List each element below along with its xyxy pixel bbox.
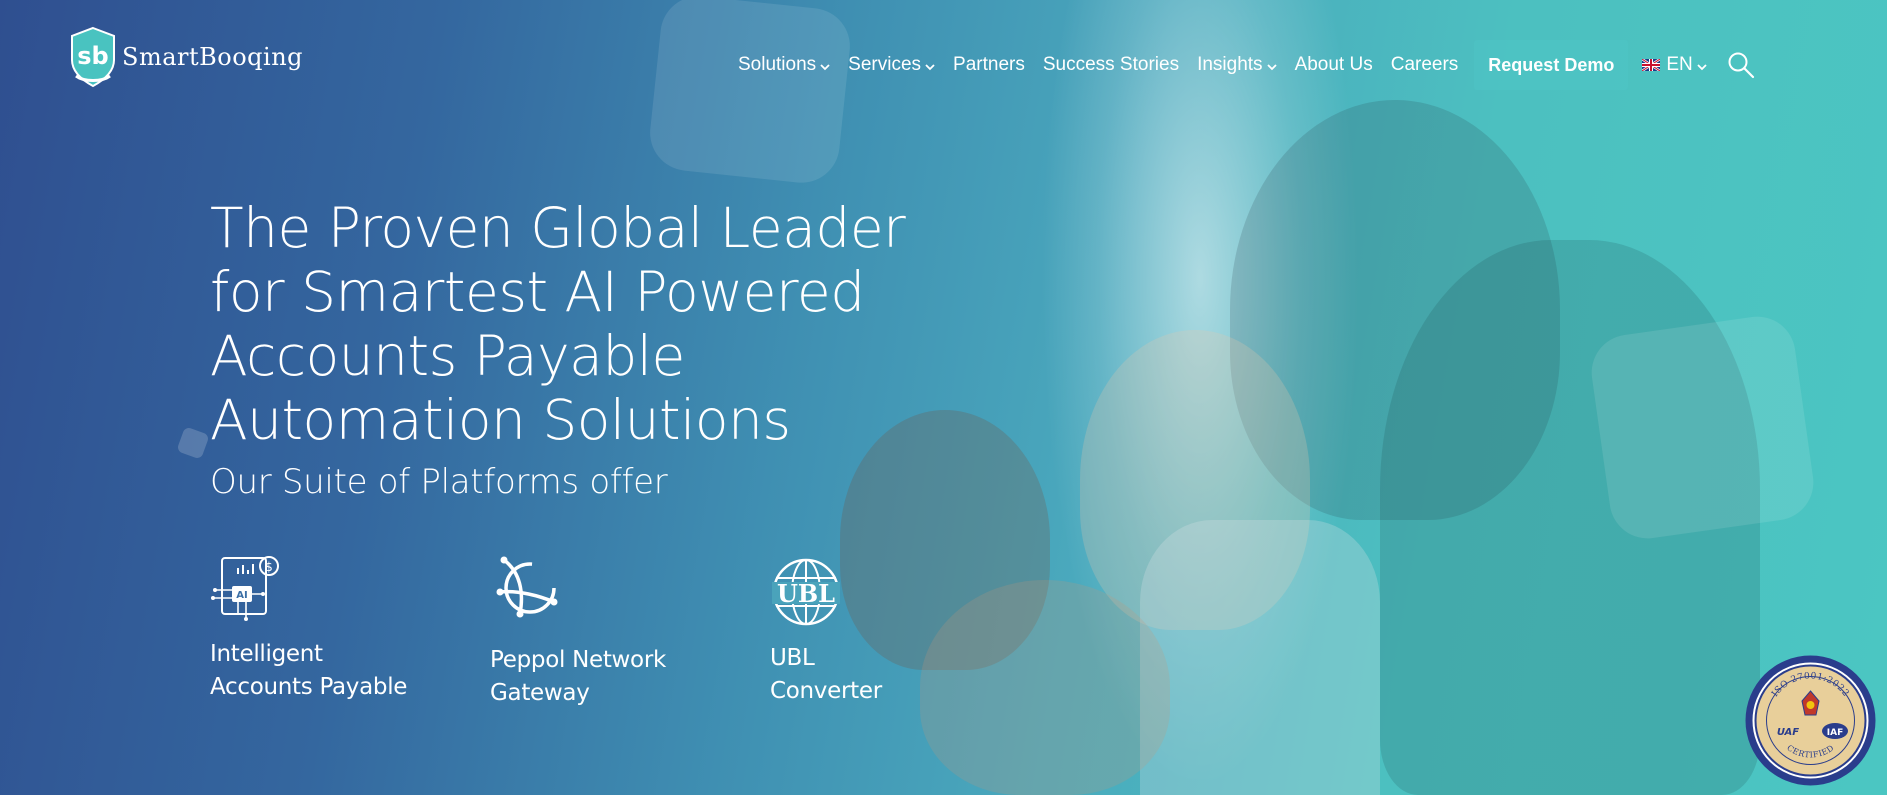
- logo-shield-icon: sb: [71, 26, 115, 88]
- nav-label: Partners: [953, 54, 1025, 75]
- nav-label: Careers: [1390, 54, 1459, 75]
- brand-name: SmartBooqing: [122, 43, 304, 71]
- decorative-square: [1586, 311, 1819, 544]
- nav-label: Success Stories: [1042, 54, 1180, 75]
- svg-text:$: $: [265, 560, 273, 574]
- chevron-down-icon: [820, 63, 830, 70]
- photo-person: [920, 580, 1170, 795]
- platform-ubl-converter[interactable]: UBL UBL Converter: [770, 556, 882, 708]
- language-selector[interactable]: EN: [1642, 54, 1707, 76]
- platform-intelligent-ap[interactable]: $ AI Intelligent Accounts Payable: [210, 552, 407, 704]
- svg-text:IAF: IAF: [1827, 728, 1843, 738]
- chevron-down-icon: [1697, 63, 1707, 70]
- nav-label: Solutions: [738, 54, 817, 75]
- nav-item-careers[interactable]: Careers: [1391, 54, 1459, 76]
- uk-flag-icon: [1642, 59, 1661, 71]
- chevron-down-icon: [925, 63, 935, 70]
- nav-label: About Us: [1294, 54, 1373, 75]
- language-code: EN: [1666, 54, 1693, 75]
- platform-peppol-gateway[interactable]: Peppol Network Gateway: [490, 552, 666, 710]
- iso-certification-seal[interactable]: ISO 27001:2022 CERTIFIED UAF IAF: [1743, 653, 1878, 788]
- hero-section: sb SmartBooqing Solutions Services Partn…: [0, 0, 1887, 795]
- nav-item-success-stories[interactable]: Success Stories: [1043, 54, 1179, 76]
- hero-headline: The Proven Global Leader for Smartest AI…: [210, 196, 906, 452]
- platform-label: Peppol Network Gateway: [490, 647, 667, 706]
- svg-text:AI: AI: [236, 590, 247, 601]
- decorative-square: [646, 0, 854, 187]
- ubl-globe-icon: UBL: [772, 558, 840, 626]
- nav-label: Insights: [1197, 54, 1263, 75]
- hero-subheadline: Our Suite of Platforms offer: [210, 462, 668, 502]
- platform-label: UBL Converter: [770, 645, 882, 704]
- peppol-network-icon: [496, 556, 558, 618]
- decorative-square: [176, 426, 210, 460]
- photo-person: [1140, 520, 1380, 795]
- request-demo-button[interactable]: Request Demo: [1474, 40, 1629, 90]
- platform-label: Intelligent Accounts Payable: [210, 641, 408, 700]
- nav-item-partners[interactable]: Partners: [953, 54, 1025, 76]
- nav-item-services[interactable]: Services: [848, 54, 935, 76]
- main-nav: Solutions Services Partners Success Stor…: [738, 40, 1755, 90]
- nav-item-insights[interactable]: Insights: [1197, 54, 1277, 76]
- nav-label: Services: [848, 54, 922, 75]
- svg-text:sb: sb: [77, 42, 108, 70]
- nav-item-about-us[interactable]: About Us: [1295, 54, 1373, 76]
- svg-text:UBL: UBL: [777, 579, 835, 608]
- search-icon[interactable]: [1727, 51, 1755, 79]
- nav-item-solutions[interactable]: Solutions: [738, 54, 830, 76]
- brand-logo[interactable]: sb SmartBooqing: [68, 26, 303, 88]
- chevron-down-icon: [1266, 63, 1277, 70]
- svg-text:UAF: UAF: [1777, 727, 1799, 738]
- ai-invoice-icon: $ AI: [211, 556, 279, 621]
